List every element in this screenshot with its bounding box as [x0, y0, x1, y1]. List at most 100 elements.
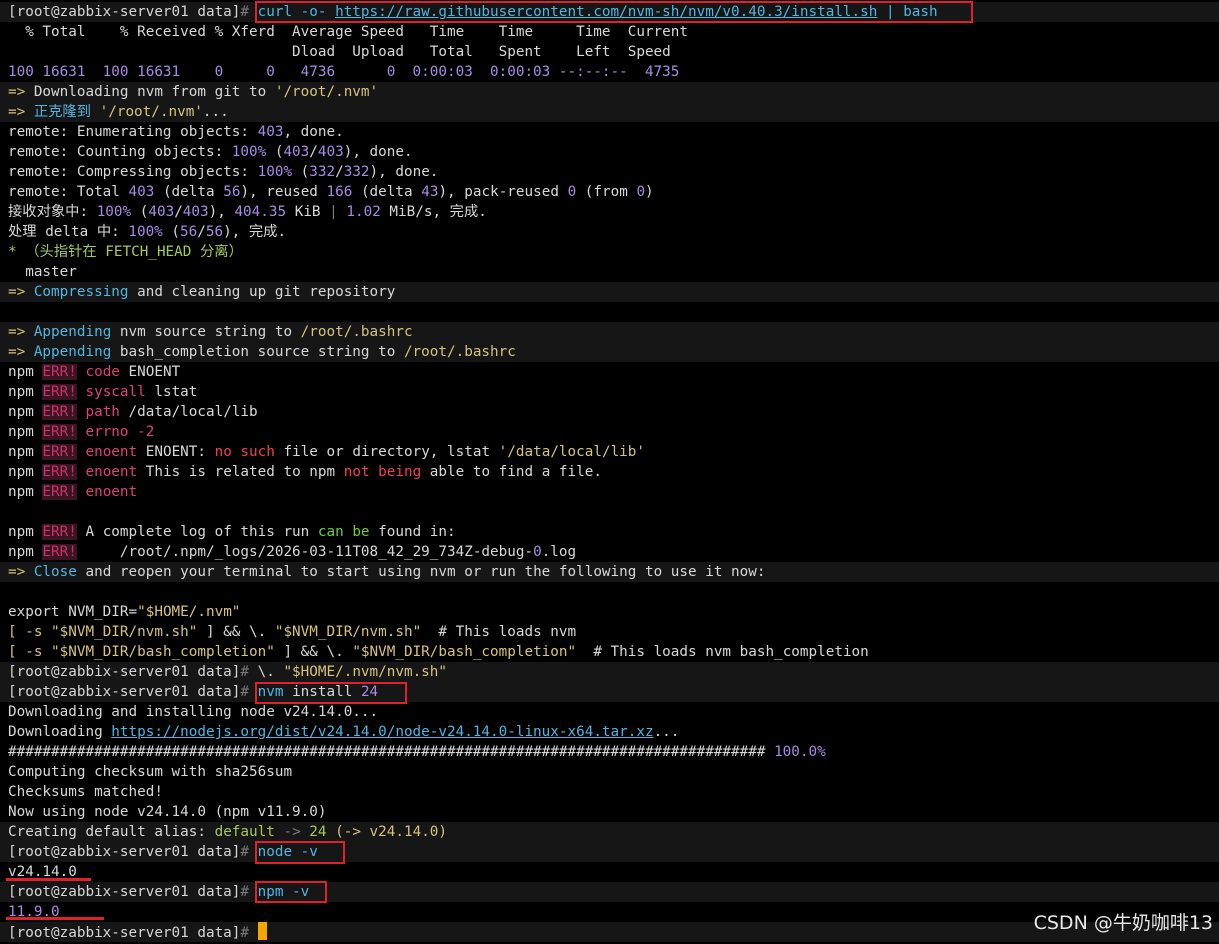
terminal-text-segment: node -v	[257, 844, 318, 860]
terminal-text-segment: |	[329, 204, 338, 220]
terminal-text-segment: npm	[8, 384, 43, 400]
terminal-line: Computing checksum with sha256sum	[0, 762, 1219, 782]
terminal-text-segment: npm	[8, 424, 43, 440]
terminal-text-segment: Computing checksum with sha256sum	[8, 764, 293, 780]
terminal-text-segment: 332	[309, 164, 336, 180]
terminal-text-segment: ] && \.	[197, 624, 275, 640]
terminal-text-segment: =>	[8, 564, 34, 580]
terminal-text-segment: '/root/.nvm'	[274, 84, 379, 100]
terminal-text-segment: 100%	[96, 204, 132, 220]
terminal-text-segment: 43	[421, 184, 439, 200]
terminal-text-segment: /	[335, 164, 344, 180]
terminal-text-segment: MiB/s, 完成.	[380, 204, 487, 220]
terminal-text-segment: curl -o-	[257, 4, 336, 20]
terminal-text-segment: Downloading nvm from git to	[33, 84, 275, 100]
annotation-underline-npm-version	[6, 917, 104, 920]
terminal-text-segment: ), 完成.	[223, 224, 287, 240]
terminal-text-segment: [root@zabbix-server01 data]	[8, 925, 241, 941]
terminal-text-segment: nvm source string to	[111, 324, 301, 340]
terminal-text-segment: and cleaning up git repository	[128, 284, 396, 300]
terminal-text-segment: ERR!	[42, 424, 77, 440]
terminal-text-segment: A complete log of this run	[76, 524, 318, 540]
terminal-text-segment: nvm	[257, 684, 293, 700]
terminal-text-segment: 166	[326, 184, 353, 200]
terminal-text-segment: ERR!	[42, 464, 77, 480]
terminal-line: 100 16631 100 16631 0 0 4736 0 0:00:03 0…	[0, 62, 1219, 82]
terminal-window[interactable]: [root@zabbix-server01 data]# curl -o- ht…	[0, 0, 1219, 944]
terminal-text-segment: errno	[85, 424, 129, 440]
terminal-text-segment: ),	[208, 204, 235, 220]
terminal-text-segment: =>	[8, 104, 34, 120]
terminal-text-segment: Downloading	[8, 724, 112, 740]
terminal-text-segment: (from	[576, 184, 637, 200]
terminal-text-segment: install	[292, 684, 361, 700]
terminal-text-segment: https://raw.githubusercontent.com/nvm-sh…	[335, 4, 878, 20]
terminal-text-segment: 1.02	[346, 204, 381, 220]
terminal-text-segment: remote: Enumerating objects:	[8, 124, 258, 140]
terminal-text-segment: code	[85, 364, 120, 380]
terminal-text-segment: "$NVM_DIR/nvm.sh"	[51, 624, 198, 640]
terminal-line: Creating default alias: default -> 24 (-…	[0, 822, 1219, 842]
terminal-text-segment: '/data/local/lib'	[498, 444, 645, 460]
terminal-line: [ -s "$NVM_DIR/bash_completion" ] && \. …	[0, 642, 1219, 662]
terminal-text-segment: [root@zabbix-server01 data]	[8, 844, 241, 860]
terminal-line: Downloading https://nodejs.org/dist/v24.…	[0, 722, 1219, 742]
terminal-text-segment: npm -v	[257, 884, 310, 900]
terminal-text-segment: "$NVM_DIR/bash_completion"	[352, 644, 577, 660]
terminal-text-segment: ), reused	[240, 184, 327, 200]
terminal-text-segment: not being	[343, 464, 422, 480]
terminal-line: Checksums matched!	[0, 782, 1219, 802]
watermark: CSDN @牛奶咖啡13	[1033, 912, 1213, 934]
terminal-line: npm ERR! syscall lstat	[0, 382, 1219, 402]
terminal-text-segment: "$NVM_DIR/bash_completion"	[51, 644, 275, 660]
terminal-text-segment: #	[240, 4, 258, 20]
terminal-text-segment: "$HOME/.nvm"	[137, 604, 241, 620]
terminal-text-segment: 处理 delta 中:	[8, 224, 129, 240]
terminal-text-segment: and reopen your terminal to start using …	[76, 564, 766, 580]
terminal-text-segment: /data/local/lib	[119, 404, 258, 420]
terminal-line: [root@zabbix-server01 data]# curl -o- ht…	[0, 2, 1219, 22]
terminal-text-segment: This is related to npm	[137, 464, 344, 480]
terminal-text-segment: #	[240, 884, 258, 900]
terminal-text-segment: 100.0%	[774, 744, 826, 760]
terminal-text-segment: (	[266, 144, 284, 160]
terminal-line: npm ERR! /root/.npm/_logs/2026-03-11T08_…	[0, 542, 1219, 562]
terminal-text-segment: )	[645, 184, 654, 200]
terminal-text-segment: ), pack-reused	[438, 184, 568, 200]
terminal-line: Downloading and installing node v24.14.0…	[0, 702, 1219, 722]
terminal-line: v24.14.0	[0, 862, 1219, 882]
terminal-text-segment: "$HOME/.nvm/nvm.sh"	[283, 664, 447, 680]
terminal-text-segment: =>	[8, 84, 34, 100]
terminal-line: [root@zabbix-server01 data]# nvm install…	[0, 682, 1219, 702]
terminal-text-segment: 100%	[128, 224, 163, 240]
terminal-text-segment: 403	[182, 204, 209, 220]
terminal-line: remote: Compressing objects: 100% (332/3…	[0, 162, 1219, 182]
terminal-text-segment: KiB	[286, 204, 330, 220]
terminal-text-segment: /root/.npm/_logs/2026-03-11T08_42_29_734…	[76, 544, 534, 560]
terminal-text-segment: ), done.	[343, 144, 413, 160]
terminal-text-segment: (delta	[154, 184, 224, 200]
terminal-text-segment: ########################################…	[8, 744, 775, 760]
terminal-text-segment: Close	[33, 564, 77, 580]
terminal-line: npm ERR! code ENOENT	[0, 362, 1219, 382]
terminal-text-segment: (	[131, 204, 149, 220]
terminal-text-segment: '/root/.nvm'	[99, 104, 203, 120]
terminal-text-segment: Checksums matched!	[8, 784, 163, 800]
terminal-text-segment: Appending	[33, 324, 112, 340]
terminal-text-segment: npm	[8, 544, 43, 560]
terminal-line: remote: Counting objects: 100% (403/403)…	[0, 142, 1219, 162]
terminal-line: remote: Total 403 (delta 56), reused 166…	[0, 182, 1219, 202]
terminal-text-segment: npm	[8, 524, 43, 540]
terminal-text-segment: | bash	[877, 4, 938, 20]
terminal-text-segment: /root/.bashrc	[300, 324, 413, 340]
terminal-line: ########################################…	[0, 742, 1219, 762]
terminal-text-segment: /	[174, 204, 183, 220]
terminal-text-segment: ERR!	[42, 364, 77, 380]
terminal-text-segment: ENOENT:	[137, 444, 215, 460]
terminal-text-segment: (	[292, 164, 310, 180]
terminal-text-segment: Now using node v24.14.0 (npm v11.9.0)	[8, 804, 327, 820]
terminal-text-segment: Appending	[33, 344, 112, 360]
terminal-text-segment: #	[240, 844, 258, 860]
terminal-text-segment: 0	[533, 544, 542, 560]
